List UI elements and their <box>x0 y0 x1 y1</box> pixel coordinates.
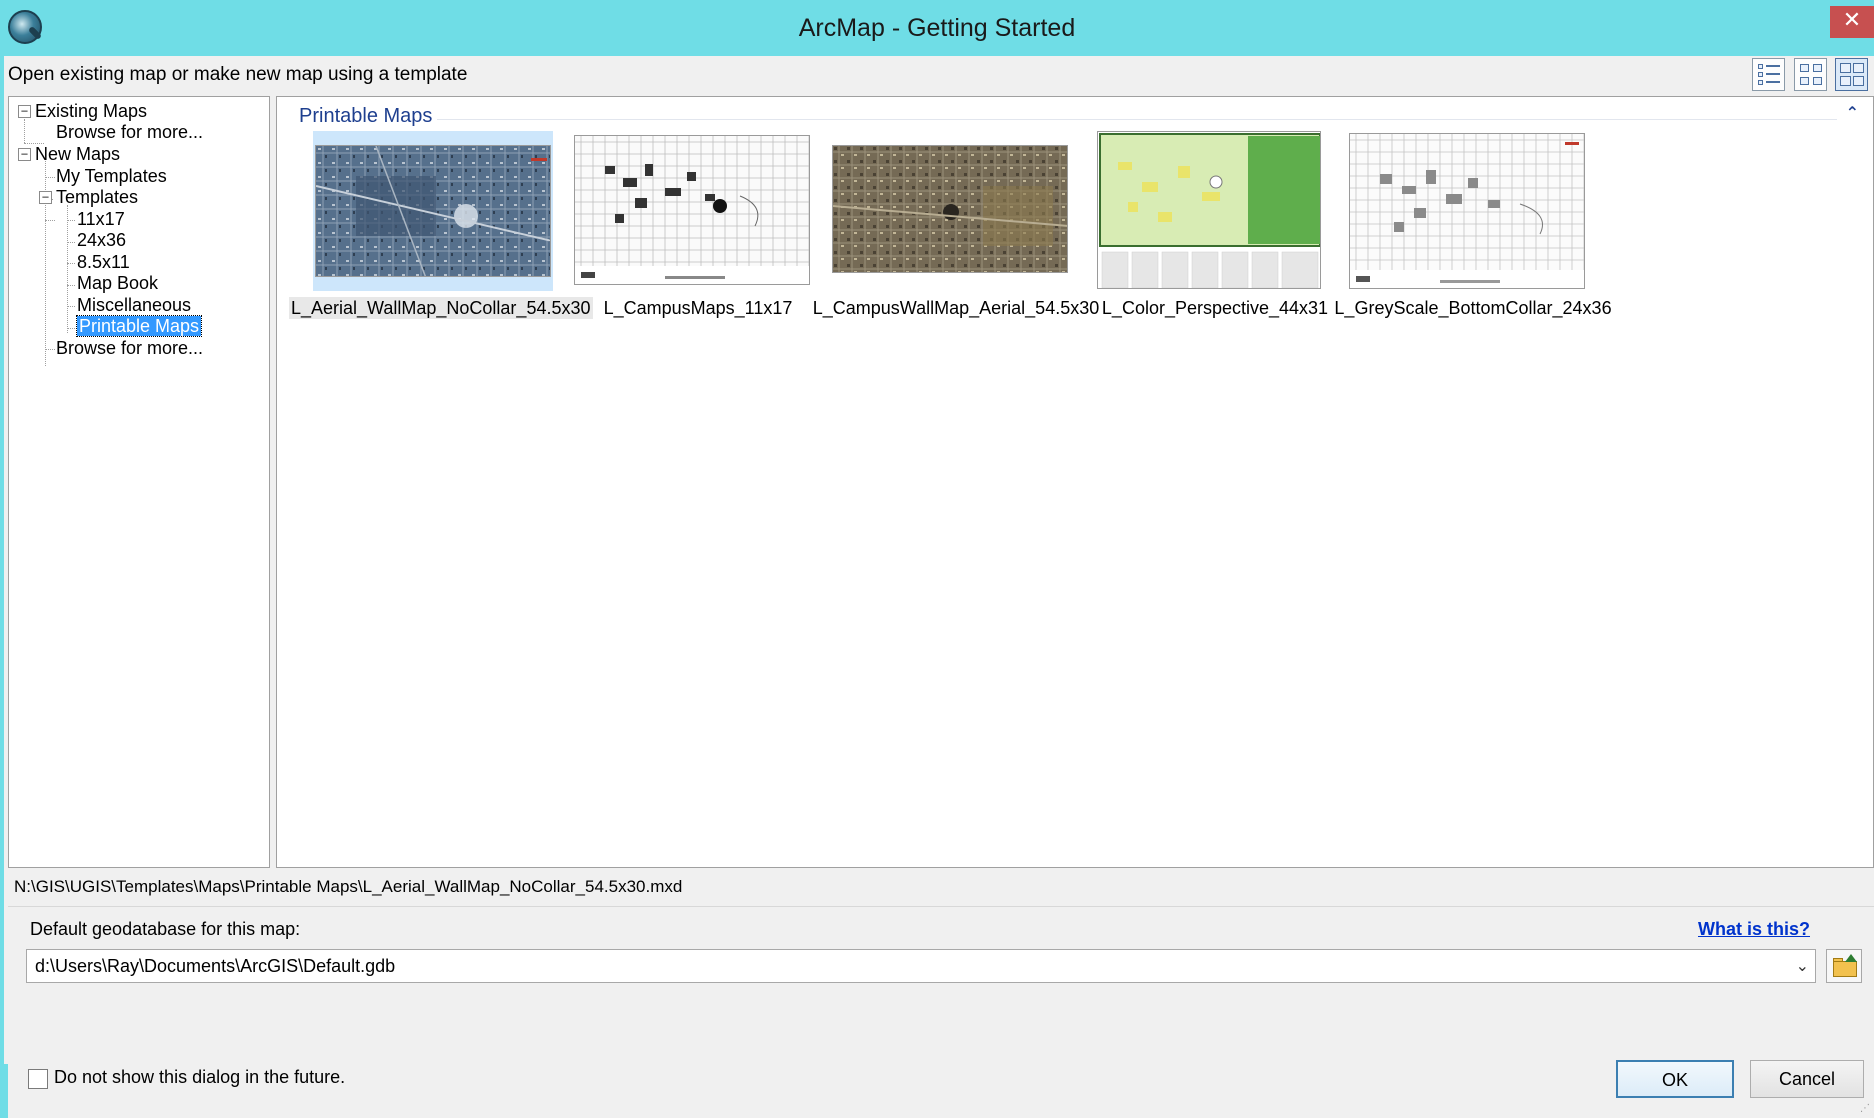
collapse-templates-icon[interactable]: − <box>39 191 52 204</box>
dialog-footer: Do not show this dialog in the future. O… <box>8 1042 1874 1118</box>
template-tile[interactable]: L_CampusMaps_11x17 <box>558 131 818 321</box>
template-tree[interactable]: − Existing Maps Browse for more... − New… <box>8 96 270 868</box>
tree-item-label: New Maps <box>35 144 121 164</box>
geodatabase-label: Default geodatabase for this map: <box>30 919 301 939</box>
thumbnail-frame <box>313 131 553 291</box>
geodatabase-combobox[interactable]: d:\Users\Ray\Documents\ArcGIS\Default.gd… <box>26 949 1816 983</box>
template-name: L_CampusWallMap_Aerial_54.5x30 <box>812 298 1100 318</box>
template-tile[interactable]: L_Aerial_WallMap_NoCollar_54.5x30 <box>289 131 593 321</box>
dialog-body: Open existing map or make new map using … <box>4 56 1874 1118</box>
cancel-button[interactable]: Cancel <box>1750 1060 1864 1098</box>
what-is-this-link[interactable]: What is this? <box>1698 919 1810 940</box>
thumbnail-frame <box>1347 131 1587 291</box>
template-name: L_Aerial_WallMap_NoCollar_54.5x30 <box>289 297 593 319</box>
do-not-show-label[interactable]: Do not show this dialog in the future. <box>54 1067 345 1088</box>
geodatabase-panel: Default geodatabase for this map: What i… <box>8 906 1874 1042</box>
instruction-text: Open existing map or make new map using … <box>8 64 468 85</box>
collapse-new-maps-icon[interactable]: − <box>18 148 31 161</box>
template-tile[interactable]: L_CampusWallMap_Aerial_54.5x30 <box>813 131 1099 321</box>
group-divider <box>437 119 1837 120</box>
title-bar[interactable]: ArcMap - Getting Started ✕ <box>0 0 1874 56</box>
collapse-existing-maps-icon[interactable]: − <box>18 105 31 118</box>
geodatabase-value: d:\Users\Ray\Documents\ArcGIS\Default.gd… <box>35 956 396 976</box>
template-name: L_GreyScale_BottomCollar_24x36 <box>1334 298 1612 318</box>
tree-item-label: Map Book <box>77 273 159 293</box>
greyscale-map-thumbnail <box>1349 133 1585 289</box>
tree-item-label: Miscellaneous <box>77 295 192 315</box>
window-title: ArcMap - Getting Started <box>798 14 1076 42</box>
tree-item-new-browse[interactable]: Browse for more... <box>56 335 203 361</box>
tree-item-label: My Templates <box>56 166 167 186</box>
thumbnail-frame <box>1089 131 1329 291</box>
resize-grip-icon[interactable]: ⋰ <box>1860 1103 1870 1114</box>
tree-item-label: 11x17 <box>77 209 125 229</box>
collapse-group-icon[interactable]: ⌃ <box>1846 103 1859 122</box>
template-tile[interactable]: L_Color_Perspective_44x31 <box>1075 131 1335 321</box>
tree-item-label: Templates <box>56 187 139 207</box>
selected-path: N:\GIS\UGIS\Templates\Maps\Printable Map… <box>14 877 683 896</box>
group-header: Printable Maps <box>299 105 433 127</box>
tree-item-label: Browse for more... <box>56 338 204 358</box>
template-gallery[interactable]: Printable Maps ⌃ L_Aerial_WallMap_NoColl… <box>276 96 1874 868</box>
tree-item-label: Printable Maps <box>75 315 203 337</box>
browse-folder-button[interactable] <box>1826 949 1862 983</box>
template-name: L_Color_Perspective_44x31 <box>1101 298 1329 318</box>
close-button[interactable]: ✕ <box>1830 6 1874 38</box>
campus-map-thumbnail <box>574 135 810 285</box>
campus-aerial-thumbnail <box>832 145 1068 273</box>
thumbnail-frame <box>572 131 812 291</box>
aerial-map-thumbnail <box>315 145 551 277</box>
color-perspective-thumbnail <box>1097 131 1321 289</box>
small-thumbnails-view-icon[interactable] <box>1793 58 1827 91</box>
template-tile[interactable]: L_GreyScale_BottomCollar_24x36 <box>1333 131 1612 321</box>
tree-item-label: Browse for more... <box>56 122 204 142</box>
tree-item-label: Existing Maps <box>35 101 148 121</box>
dialog-window: ArcMap - Getting Started ✕ Open existing… <box>0 0 1874 1118</box>
do-not-show-checkbox[interactable] <box>28 1069 48 1089</box>
tree-item-label: 24x36 <box>77 230 127 250</box>
template-name: L_CampusMaps_11x17 <box>603 298 793 318</box>
view-mode-toolbar <box>1749 58 1868 94</box>
ok-button[interactable]: OK <box>1616 1060 1734 1098</box>
thumbnail-frame <box>830 131 1070 291</box>
large-thumbnails-view-icon[interactable] <box>1835 58 1868 91</box>
chevron-down-icon[interactable]: ⌄ <box>1796 950 1809 982</box>
details-view-icon[interactable] <box>1752 58 1786 91</box>
tree-item-label: 8.5x11 <box>77 252 130 272</box>
